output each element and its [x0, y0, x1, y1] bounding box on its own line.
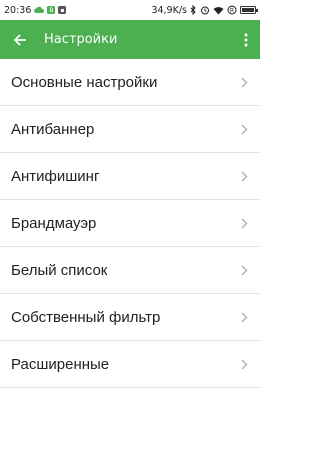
settings-item-label: Собственный фильтр	[11, 308, 161, 326]
chevron-right-icon	[239, 170, 249, 182]
settings-item-label: Основные настройки	[11, 73, 158, 91]
settings-list: Основные настройки Антибаннер Антифишинг…	[0, 59, 260, 388]
notification-app-icon: B	[47, 6, 56, 14]
settings-item-label: Антифишинг	[11, 167, 100, 185]
status-bar-left: 20:36 B ▪	[4, 4, 67, 16]
chevron-right-icon	[239, 76, 249, 88]
settings-item-whitelist[interactable]: Белый список	[0, 247, 260, 294]
settings-item-label: Антибаннер	[11, 120, 95, 138]
alarm-icon	[200, 5, 210, 15]
more-vert-icon[interactable]	[238, 30, 254, 50]
cloud-icon	[34, 6, 45, 14]
settings-item-firewall[interactable]: Брандмауэр	[0, 200, 260, 247]
settings-item-label: Белый список	[11, 261, 108, 279]
status-time: 20:36	[4, 4, 32, 16]
network-speed: 34,9K/s	[151, 4, 187, 16]
settings-item-basic[interactable]: Основные настройки	[0, 59, 260, 106]
chevron-right-icon	[239, 123, 249, 135]
chevron-right-icon	[239, 358, 249, 370]
wifi-icon	[213, 6, 224, 15]
settings-item-custom-filter[interactable]: Собственный фильтр	[0, 294, 260, 341]
settings-item-label: Брандмауэр	[11, 214, 97, 232]
settings-item-antibanner[interactable]: Антибаннер	[0, 106, 260, 153]
sim-icon: R	[227, 5, 237, 15]
status-bar: 20:36 B ▪ 34,9K/s R	[0, 0, 260, 20]
page-title: Настройки	[44, 32, 118, 47]
chevron-right-icon	[239, 311, 249, 323]
chevron-right-icon	[239, 264, 249, 276]
notification-image-icon: ▪	[58, 6, 67, 14]
settings-item-antiphishing[interactable]: Антифишинг	[0, 153, 260, 200]
svg-text:R: R	[230, 7, 234, 14]
bluetooth-icon	[190, 5, 197, 15]
settings-item-advanced[interactable]: Расширенные	[0, 341, 260, 388]
battery-level	[242, 8, 254, 12]
battery-icon	[240, 6, 258, 14]
chevron-right-icon	[239, 217, 249, 229]
status-bar-right: 34,9K/s R	[151, 4, 258, 16]
settings-item-label: Расширенные	[11, 355, 110, 373]
app-bar: Настройки	[0, 20, 260, 59]
arrow-back-icon[interactable]	[10, 30, 30, 50]
